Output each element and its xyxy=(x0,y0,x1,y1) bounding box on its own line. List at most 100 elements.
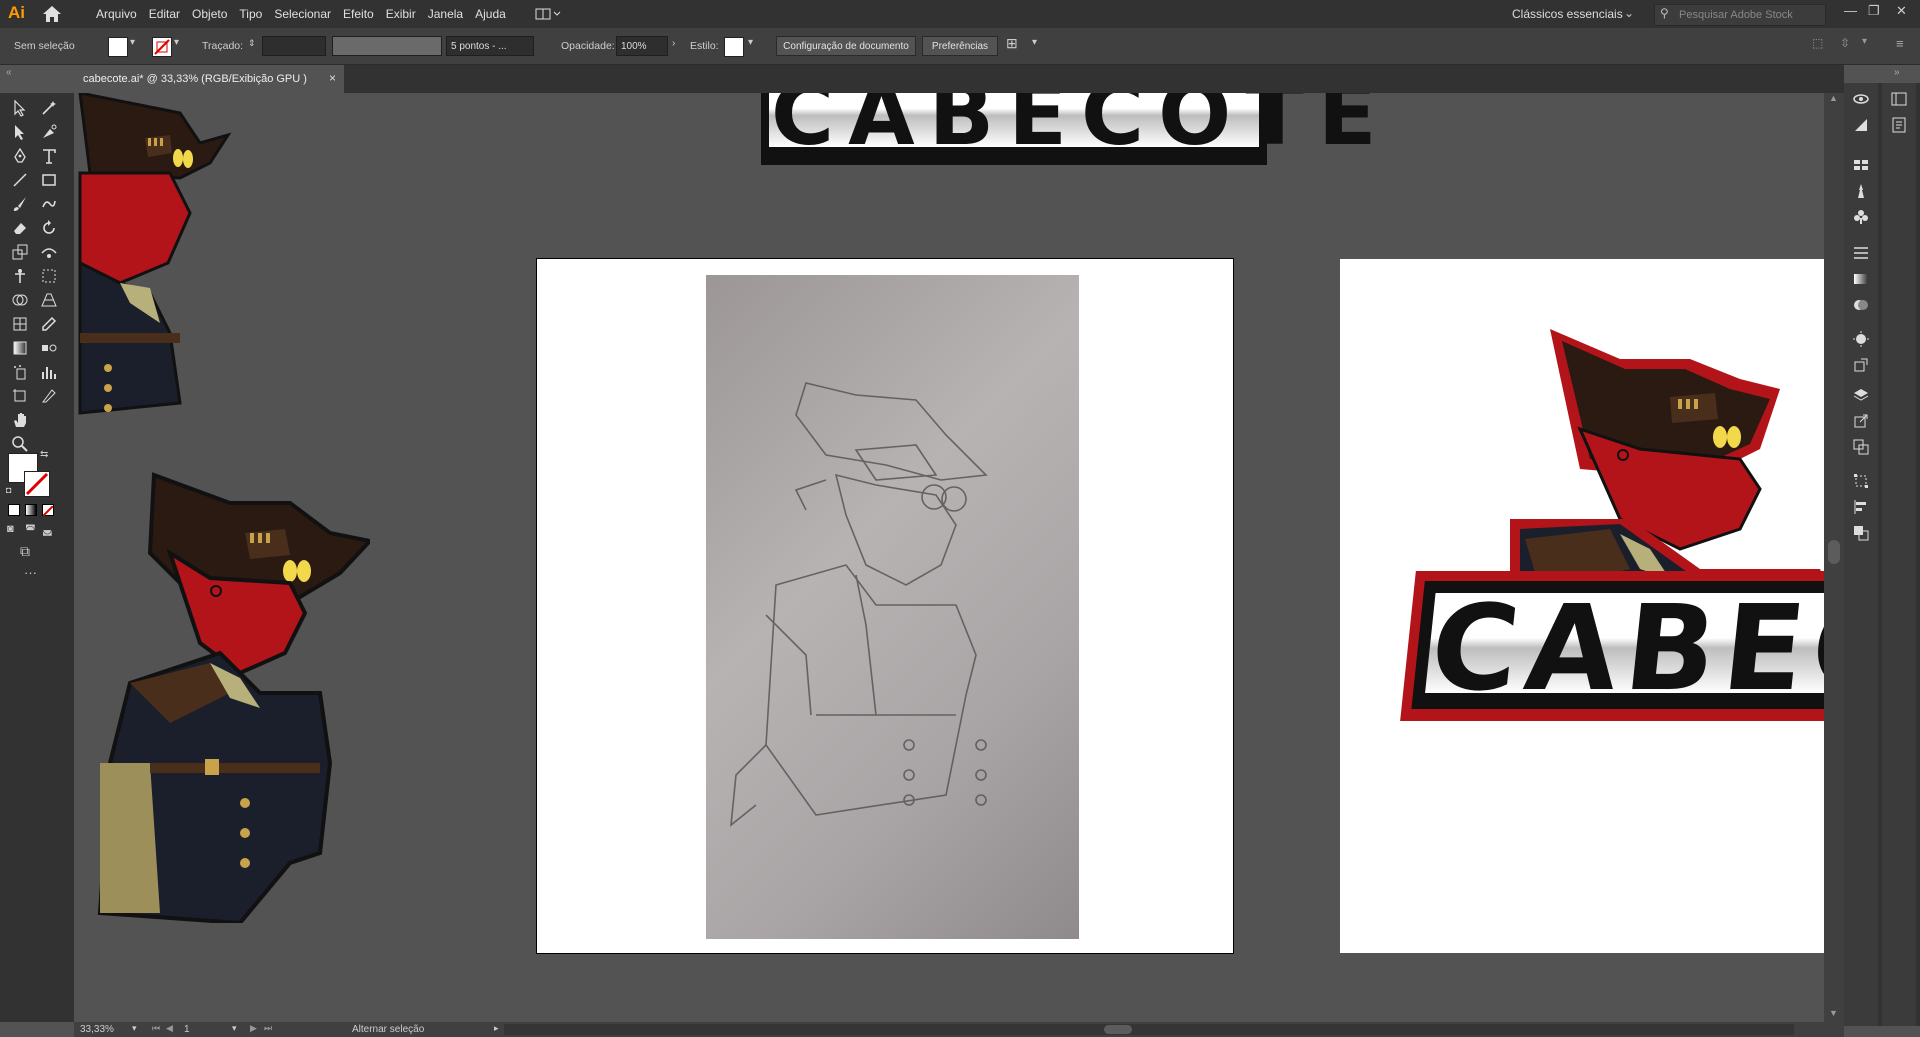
shape-builder-icon[interactable] xyxy=(9,289,31,311)
prev-artboard-icon[interactable]: ◀ xyxy=(166,1023,173,1034)
align-icon[interactable]: ⊞ xyxy=(1006,35,1018,52)
transparency-panel-icon[interactable] xyxy=(1851,295,1871,315)
home-icon[interactable] xyxy=(42,5,62,23)
hand-tool-icon[interactable] xyxy=(9,409,31,431)
shaper-tool-icon[interactable] xyxy=(38,193,60,215)
last-artboard-icon[interactable]: ⏭ xyxy=(264,1023,272,1034)
symbols-panel-icon[interactable] xyxy=(1851,207,1871,227)
draw-normal-icon[interactable]: ◙ xyxy=(7,523,14,535)
graphic-styles-icon[interactable] xyxy=(1851,115,1871,135)
document-tab[interactable]: cabecote.ai* @ 33,33% (RGB/Exibição GPU … xyxy=(76,65,344,93)
preferences-button[interactable]: Preferências xyxy=(922,36,998,56)
puppet-warp-icon[interactable] xyxy=(9,265,31,287)
artboard-sketch[interactable] xyxy=(536,258,1234,954)
opacity-input[interactable]: 100% xyxy=(616,36,668,56)
properties-panel-icon[interactable] xyxy=(1889,115,1909,135)
arrange-documents-icon[interactable] xyxy=(535,7,561,21)
zoom-level[interactable]: 33,33% xyxy=(80,1024,114,1035)
gradient-tool-icon[interactable] xyxy=(9,337,31,359)
variable-width-dropdown[interactable] xyxy=(332,36,442,56)
stock-search-input[interactable]: ⚲ Pesquisar Adobe Stock xyxy=(1654,4,1826,26)
rotate-tool-icon[interactable] xyxy=(38,217,60,239)
layers-panel-icon[interactable] xyxy=(1851,385,1871,405)
color-guide-icon[interactable] xyxy=(1851,329,1871,349)
close-tab-icon[interactable]: × xyxy=(329,71,336,85)
zoom-tool-icon[interactable] xyxy=(9,433,31,455)
draw-inside-icon[interactable]: ◛ xyxy=(42,523,53,536)
collapse-panels-icon[interactable]: » xyxy=(1894,67,1900,78)
magic-wand-icon[interactable] xyxy=(38,97,60,119)
close-icon[interactable]: ✕ xyxy=(1896,3,1907,19)
vertical-scrollbar[interactable]: ▲ ▼ xyxy=(1824,93,1844,1022)
menu-tipo[interactable]: Tipo xyxy=(233,7,268,21)
more-tools-icon[interactable]: ··· xyxy=(24,565,37,580)
menu-arquivo[interactable]: Arquivo xyxy=(90,7,143,21)
chevron-right-icon[interactable]: › xyxy=(672,38,675,49)
stepper-icon[interactable]: ⇕ xyxy=(248,38,256,49)
stroke-color-swatch[interactable] xyxy=(24,471,50,497)
menu-exibir[interactable]: Exibir xyxy=(380,7,422,21)
chevron-down-icon[interactable]: ▾ xyxy=(1032,37,1037,48)
rectangle-tool-icon[interactable] xyxy=(38,169,60,191)
eraser-tool-icon[interactable] xyxy=(9,217,31,239)
mesh-tool-icon[interactable] xyxy=(9,313,31,335)
brushes-panel-icon[interactable] xyxy=(1851,181,1871,201)
arrange-icon[interactable]: ⇳ xyxy=(1840,36,1850,50)
symbol-sprayer-icon[interactable] xyxy=(9,361,31,383)
brush-dropdown[interactable]: 5 pontos - ... xyxy=(446,36,534,56)
artboards-panel-icon[interactable] xyxy=(1851,437,1871,457)
export-panel-icon[interactable] xyxy=(1851,411,1871,431)
chevron-down-icon[interactable]: ▾ xyxy=(1862,36,1867,47)
curvature-tool-icon[interactable] xyxy=(38,121,60,143)
column-graph-icon[interactable] xyxy=(38,361,60,383)
screen-mode-icon[interactable]: ⧉ xyxy=(20,543,30,560)
selection-tool-icon[interactable] xyxy=(9,97,31,119)
first-artboard-icon[interactable]: ⏮ xyxy=(152,1023,160,1034)
stroke-swatch[interactable] xyxy=(152,37,172,57)
workspace-switcher[interactable]: Clássicos essenciais xyxy=(1512,7,1623,21)
collapse-toolbar-icon[interactable]: « xyxy=(6,67,12,78)
horizontal-scrollbar[interactable] xyxy=(504,1024,1794,1035)
menu-efeito[interactable]: Efeito xyxy=(337,7,380,21)
chevron-down-icon[interactable]: ⌄ xyxy=(1624,6,1634,20)
horizontal-scroll-thumb[interactable] xyxy=(1104,1025,1132,1034)
chevron-down-icon[interactable]: ▾ xyxy=(232,1023,237,1034)
scroll-up-icon[interactable]: ▲ xyxy=(1829,93,1838,103)
slice-tool-icon[interactable] xyxy=(38,385,60,407)
transform-panel-icon[interactable] xyxy=(1851,471,1871,491)
canvas[interactable]: CABECOTE CABECO xyxy=(74,93,1824,1022)
menu-ajuda[interactable]: Ajuda xyxy=(469,7,512,21)
swap-colors-icon[interactable]: ⇆ xyxy=(40,449,48,460)
asset-export-icon[interactable] xyxy=(1851,355,1871,375)
vertical-scroll-thumb[interactable] xyxy=(1828,540,1840,564)
none-mode-icon[interactable] xyxy=(42,504,54,517)
menu-selecionar[interactable]: Selecionar xyxy=(268,7,337,21)
fill-swatch[interactable] xyxy=(108,37,128,57)
type-tool-icon[interactable] xyxy=(38,145,60,167)
perspective-grid-icon[interactable] xyxy=(38,289,60,311)
paintbrush-tool-icon[interactable] xyxy=(9,193,31,215)
gradient-mode-icon[interactable] xyxy=(25,504,37,516)
draw-behind-icon[interactable]: ◚ xyxy=(25,523,36,536)
document-setup-button[interactable]: Configuração de documento xyxy=(776,36,916,56)
blend-tool-icon[interactable] xyxy=(38,337,60,359)
free-transform-icon[interactable] xyxy=(38,265,60,287)
appearance-panel-icon[interactable] xyxy=(1851,89,1871,109)
artboard-logo[interactable]: CABECO xyxy=(1340,259,1824,953)
minimize-icon[interactable]: — xyxy=(1844,3,1857,18)
gradient-panel-icon[interactable] xyxy=(1851,269,1871,289)
chevron-down-icon[interactable]: ▾ xyxy=(130,37,135,48)
chevron-down-icon[interactable]: ▾ xyxy=(174,37,179,48)
next-artboard-icon[interactable]: ▶ xyxy=(250,1023,257,1034)
artboard-number[interactable]: 1 xyxy=(184,1024,190,1035)
scroll-down-icon[interactable]: ▼ xyxy=(1829,1008,1838,1018)
maximize-icon[interactable]: ❐ xyxy=(1868,3,1880,19)
menu-editar[interactable]: Editar xyxy=(143,7,186,21)
chevron-down-icon[interactable]: ▾ xyxy=(132,1023,137,1034)
default-colors-icon[interactable]: ◘ xyxy=(6,485,11,495)
eyedropper-tool-icon[interactable] xyxy=(38,313,60,335)
swatches-panel-icon[interactable] xyxy=(1851,155,1871,175)
line-tool-icon[interactable] xyxy=(9,169,31,191)
chevron-down-icon[interactable]: ▾ xyxy=(748,37,753,48)
color-mode-icon[interactable] xyxy=(8,504,20,516)
